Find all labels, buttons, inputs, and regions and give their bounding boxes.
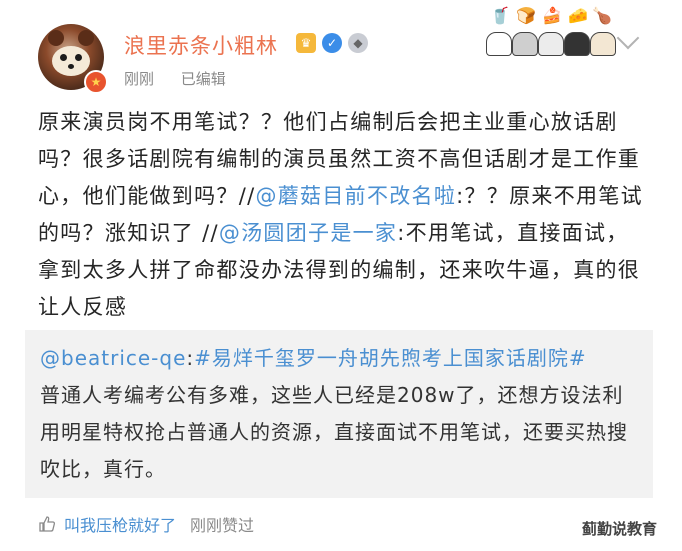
drumstick-icon: 🍗 (592, 6, 612, 25)
decorative-sticker: 🥤 🍞 🍰 🧀 🍗 (486, 6, 616, 56)
repost-author-link[interactable]: @beatrice-qe (40, 346, 186, 370)
like-footer: 叫我压枪就好了 刚刚 赞过 (38, 512, 254, 536)
repost-text: 普通人考编考公有多难，这些人已经是208w了，还想方设法利用明星特权抢占普通人的… (40, 383, 628, 481)
repost-content: @beatrice-qe:#易烊千玺罗一舟胡先煦考上国家话剧院# 普通人考编考公… (40, 340, 640, 488)
cat-figure-icon (564, 32, 590, 56)
thumbs-up-icon (39, 516, 56, 532)
cat-figure-icon (538, 32, 564, 56)
avatar-eye (60, 54, 67, 61)
liker-link[interactable]: 叫我压枪就好了 (64, 512, 176, 536)
cat-figure-icon (486, 32, 512, 56)
cat-figure-icon (590, 32, 616, 56)
avatar-eye (75, 54, 82, 61)
like-action: 赞过 (222, 516, 255, 535)
medal-icon[interactable]: ◆ (348, 33, 368, 53)
avatar-face (52, 46, 90, 76)
edited-label: 已编辑 (180, 70, 226, 88)
watermark: 蓟勤说教育 (582, 520, 658, 538)
user-badges: ♛ ✓ ◆ (296, 33, 368, 53)
crown-icon[interactable]: ♛ (296, 33, 316, 53)
username-link[interactable]: 浪里赤条小粗林 (124, 30, 278, 60)
blue-v-icon[interactable]: ✓ (322, 33, 342, 53)
chevron-down-icon[interactable] (616, 26, 640, 50)
hashtag-link[interactable]: #易烊千玺罗一舟胡先煦考上国家话剧院# (194, 346, 587, 370)
repost-block[interactable]: @beatrice-qe:#易烊千玺罗一舟胡先煦考上国家话剧院# 普通人考编考公… (25, 330, 653, 498)
mention-link[interactable]: @汤圆团子是一家 (219, 221, 397, 245)
weibo-post-card: ★ 浪里赤条小粗林 ♛ ✓ ◆ 刚刚 已编辑 🥤 🍞 🍰 🧀 🍗 原来演员岗不用… (0, 0, 682, 551)
repost-separator: : (186, 346, 195, 370)
cheese-icon: 🧀 (568, 6, 588, 25)
post-meta: 刚刚 已编辑 (124, 68, 248, 89)
drink-icon: 🥤 (490, 6, 510, 25)
post-time: 刚刚 (124, 70, 155, 88)
bread-icon: 🍞 (516, 6, 536, 25)
verified-badge-icon: ★ (84, 70, 108, 94)
cat-figure-icon (512, 32, 538, 56)
mention-link[interactable]: @蘑菇目前不改名啦 (255, 184, 456, 208)
cake-icon: 🍰 (542, 6, 562, 25)
avatar-ear (48, 30, 64, 46)
post-content: 原来演员岗不用笔试？？他们占编制后会把主业重心放话剧吗？很多话剧院有编制的演员虽… (38, 104, 648, 326)
avatar-ear (78, 30, 94, 46)
like-time: 刚刚 (190, 516, 223, 535)
avatar-nose (68, 64, 74, 69)
